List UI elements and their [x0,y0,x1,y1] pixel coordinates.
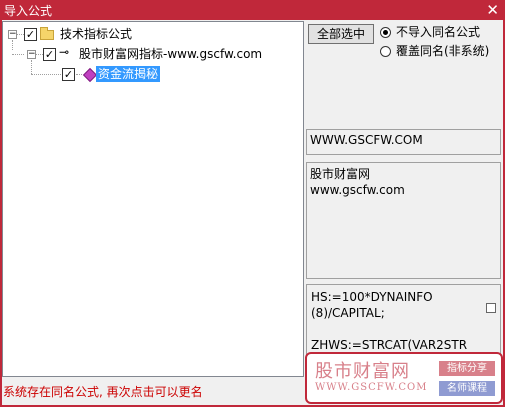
formula-icon [82,67,98,83]
no-import-radio[interactable] [380,27,391,38]
close-icon[interactable]: ✕ [486,0,499,20]
overwrite-label[interactable]: 覆盖同名(非系统) [396,44,489,58]
tree-item-leaf-label[interactable]: 资金流揭秘 [96,66,161,82]
tree-connector [76,74,82,75]
select-all-button[interactable]: 全部选中 [308,24,374,44]
formula-tree[interactable]: − ✓ 技术指标公式 − ✓ ⊸ 股市财富网指标-www.gscfw.com ✓… [2,21,304,377]
url-field: WWW.GSCFW.COM [306,129,501,155]
description-text: 股市财富网 www.gscfw.com [310,167,405,197]
child-checkbox[interactable]: ✓ [43,48,56,61]
logo-badge-share: 指标分享 [439,361,495,376]
tree-connector [12,40,13,50]
leaf-checkbox[interactable]: ✓ [62,68,75,81]
key-icon: ⊸ [59,45,70,59]
root-checkbox[interactable]: ✓ [24,28,37,41]
logo-site-url: WWW.GSCFW.COM [315,382,428,393]
logo-badge-course: 名师课程 [439,381,495,396]
tree-connector [31,74,61,75]
tree-connector [17,34,24,35]
tree-connector [36,54,43,55]
tree-connector [31,60,32,74]
tree-item-child-label[interactable]: 股市财富网指标-www.gscfw.com [79,46,262,62]
formula-text: HS:=100*DYNAINFO (8)/CAPITAL; ZHWS:=STRC… [311,290,468,352]
no-import-label[interactable]: 不导入同名公式 [396,25,480,39]
description-field: 股市财富网 www.gscfw.com [306,162,501,279]
site-logo-watermark: 股市财富网 WWW.GSCFW.COM 指标分享 名师课程 [305,352,503,404]
status-message: 系统存在同名公式, 再次点击可以更名 [3,385,203,399]
tree-item-root-label[interactable]: 技术指标公式 [60,26,132,42]
root-expander[interactable]: − [8,30,17,39]
formula-scroll-checkbox[interactable] [486,303,496,313]
tree-connector [12,54,24,55]
folder-icon [40,27,54,40]
title-bar: 导入公式 ✕ [0,0,505,20]
url-text: WWW.GSCFW.COM [310,133,423,147]
window-title: 导入公式 [4,4,53,18]
overwrite-radio[interactable] [380,46,391,57]
child-expander[interactable]: − [27,50,36,59]
logo-site-name: 股市财富网 [315,361,410,382]
formula-field[interactable]: HS:=100*DYNAINFO (8)/CAPITAL; ZHWS:=STRC… [306,284,501,356]
